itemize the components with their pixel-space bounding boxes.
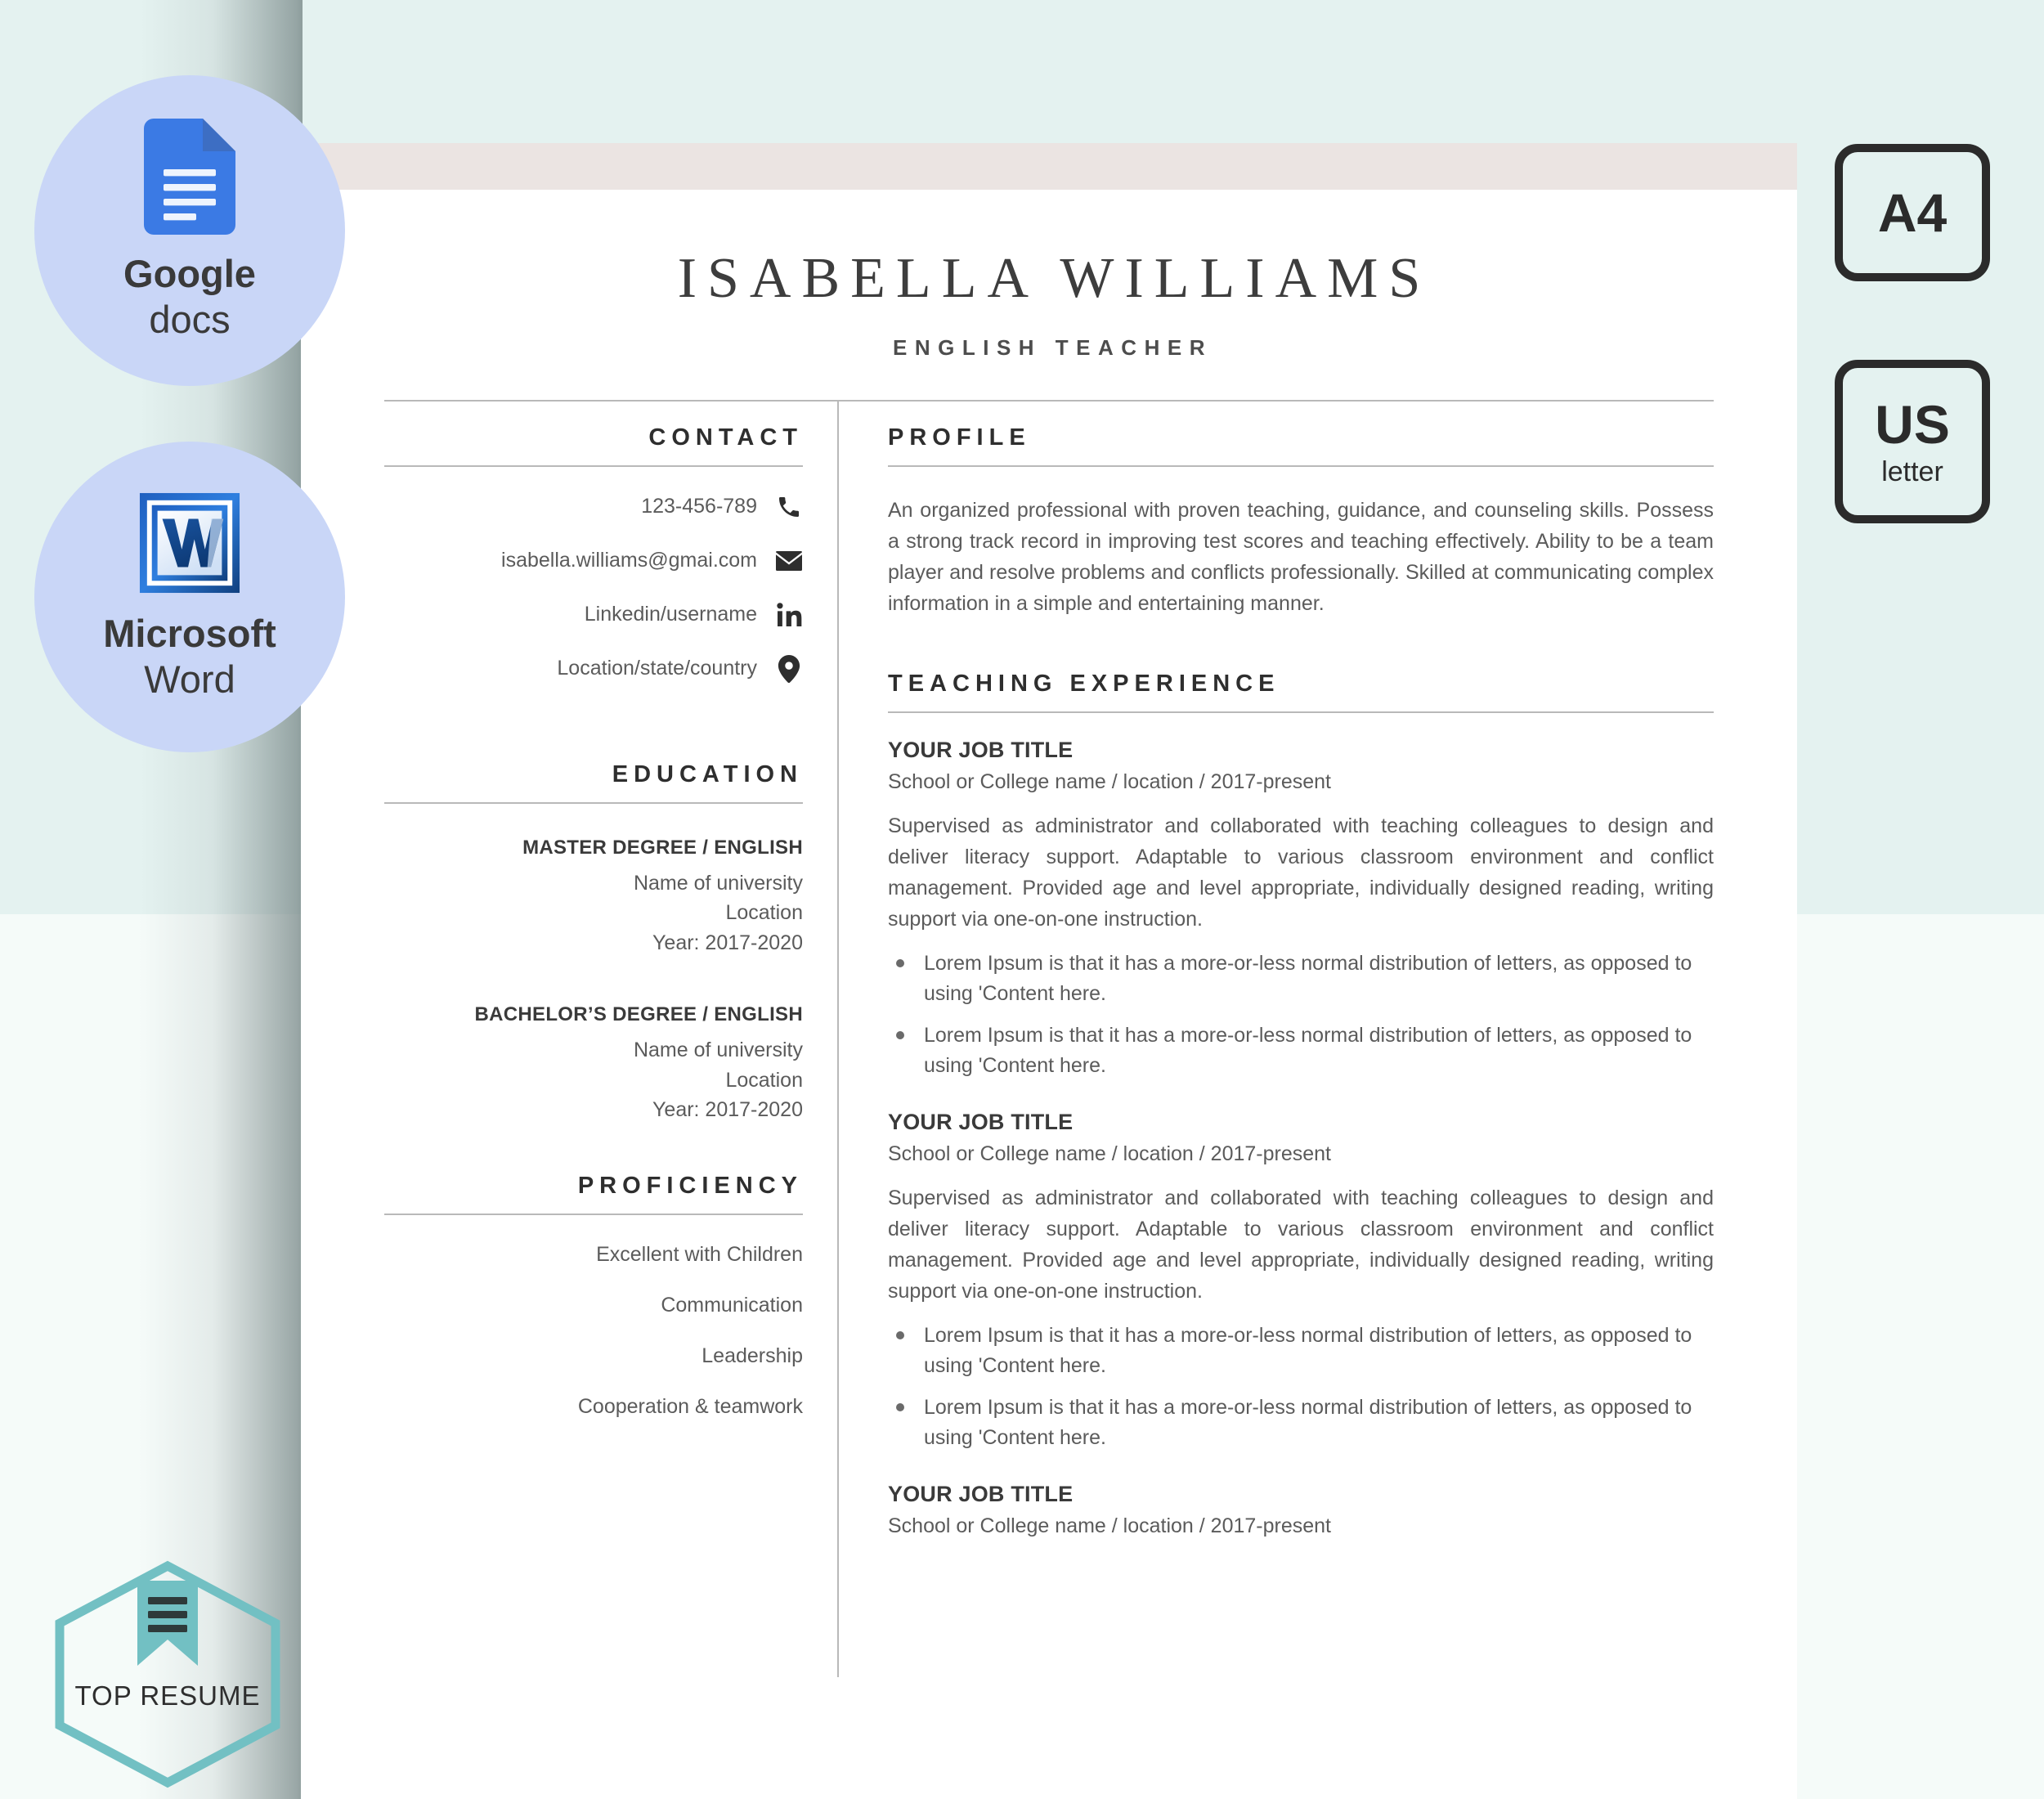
badge-microsoft-word[interactable]: Microsoft Word [34, 442, 345, 752]
resume-columns: CONTACT 123-456-789 isabella.williams@gm… [301, 401, 1797, 1677]
proficiency-item: Communication [661, 1293, 803, 1317]
education-item: MASTER DEGREE / ENGLISH Name of universi… [384, 837, 803, 958]
proficiency-heading: PROFICIENCY [577, 1172, 803, 1199]
profile-heading: PROFILE [888, 424, 1031, 451]
proficiency-item: Leadership [702, 1344, 803, 1367]
experience-item: YOUR JOB TITLE School or College name / … [888, 738, 1714, 1082]
education-year: Year: 2017-2020 [652, 931, 803, 954]
experience-job-title: YOUR JOB TITLE [888, 1481, 1074, 1506]
contact-item-linkedin[interactable]: Linkedin/username [384, 601, 803, 629]
education-heading: EDUCATION [612, 760, 803, 787]
candidate-job-title: ENGLISH TEACHER [893, 334, 1213, 360]
contact-item-email[interactable]: isabella.williams@gmai.com [384, 547, 803, 575]
profile-heading-rule [888, 464, 1714, 467]
top-resume-logo-text: TOP RESUME [74, 1680, 261, 1711]
proficiency-item: Cooperation & teamwork [577, 1394, 803, 1418]
experience-heading: TEACHING EXPERIENCE [888, 670, 1280, 697]
contact-item-location[interactable]: Location/state/country [384, 654, 803, 683]
education-year: Year: 2017-2020 [652, 1098, 803, 1121]
experience-bullet-list: Lorem Ipsum is that it has a more-or-les… [888, 1321, 1714, 1454]
experience-bullet: Lorem Ipsum is that it has a more-or-les… [888, 949, 1714, 1010]
education-degree: MASTER DEGREE / ENGLISH [522, 836, 803, 859]
proficiency-list: Excellent with Children Communication Le… [384, 1243, 803, 1419]
badge-word-label-main: Microsoft [103, 611, 276, 655]
top-resume-logo[interactable]: TOP RESUME [49, 1558, 286, 1791]
badge-google-docs-label-sub: docs [149, 297, 231, 341]
experience-heading-rule [888, 711, 1714, 713]
contact-phone-text: 123-456-789 [641, 495, 757, 518]
section-contact: CONTACT 123-456-789 isabella.williams@gm… [384, 424, 803, 683]
proficiency-heading-rule [384, 1213, 803, 1215]
contact-linkedin-text: Linkedin/username [584, 603, 757, 626]
location-pin-icon [775, 654, 803, 683]
education-heading-rule [384, 801, 803, 804]
badge-us-label: US [1875, 394, 1950, 455]
experience-list: YOUR JOB TITLE School or College name / … [888, 738, 1714, 1538]
envelope-icon [775, 547, 803, 575]
experience-job-description: Supervised as administrator and collabor… [888, 814, 1714, 931]
linkedin-icon [775, 601, 803, 629]
experience-job-meta: School or College name / location / 2017… [888, 1514, 1331, 1537]
resume-sidebar: CONTACT 123-456-789 isabella.williams@gm… [384, 401, 839, 1677]
resume-main: PROFILE An organized professional with p… [839, 402, 1714, 1677]
contact-heading-rule [384, 464, 803, 467]
badge-format-us-letter[interactable]: US letter [1835, 360, 1990, 523]
microsoft-word-icon [138, 491, 241, 599]
experience-item: YOUR JOB TITLE School or College name / … [888, 1110, 1714, 1454]
badge-us-letter-label: letter [1881, 456, 1943, 487]
contact-heading: CONTACT [648, 424, 803, 451]
proficiency-item: Excellent with Children [596, 1242, 803, 1266]
section-experience: TEACHING EXPERIENCE YOUR JOB TITLE Schoo… [888, 671, 1714, 1538]
section-proficiency: PROFICIENCY Excellent with Children Comm… [384, 1173, 803, 1419]
education-list: MASTER DEGREE / ENGLISH Name of universi… [384, 837, 803, 1125]
badge-google-docs[interactable]: Google docs [34, 75, 345, 386]
resume-header: ISABELLA WILLIAMS ENGLISH TEACHER [301, 190, 1797, 361]
badge-word-label-sub: Word [144, 657, 235, 701]
section-profile: PROFILE An organized professional with p… [888, 424, 1714, 620]
google-docs-icon [144, 118, 235, 239]
experience-bullet: Lorem Ipsum is that it has a more-or-les… [888, 1321, 1714, 1382]
badge-a4-label: A4 [1877, 182, 1948, 243]
experience-job-description: Supervised as administrator and collabor… [888, 1186, 1714, 1303]
profile-text: An organized professional with proven te… [888, 498, 1714, 616]
education-location: Location [725, 901, 803, 924]
experience-job-title: YOUR JOB TITLE [888, 1109, 1074, 1134]
contact-email-text: isabella.williams@gmai.com [501, 549, 757, 572]
candidate-name: ISABELLA WILLIAMS [677, 247, 1432, 310]
education-location: Location [725, 1068, 803, 1092]
badge-format-a4[interactable]: A4 [1835, 144, 1990, 281]
hexagon-badge-icon [55, 1560, 280, 1788]
badge-google-docs-label-main: Google [123, 251, 256, 295]
experience-bullet: Lorem Ipsum is that it has a more-or-les… [888, 1393, 1714, 1454]
experience-bullet: Lorem Ipsum is that it has a more-or-les… [888, 1021, 1714, 1082]
experience-job-meta: School or College name / location / 2017… [888, 1142, 1331, 1165]
phone-icon [775, 493, 803, 521]
education-university: Name of university [633, 1039, 803, 1061]
experience-item: YOUR JOB TITLE School or College name / … [888, 1482, 1714, 1538]
contact-item-phone[interactable]: 123-456-789 [384, 493, 803, 521]
contact-list: 123-456-789 isabella.williams@gmai.com L… [384, 493, 803, 683]
education-degree: BACHELOR’S DEGREE / ENGLISH [474, 1003, 803, 1025]
experience-bullet-list: Lorem Ipsum is that it has a more-or-les… [888, 949, 1714, 1082]
experience-job-meta: School or College name / location / 2017… [888, 769, 1331, 793]
page-top-band [301, 143, 1797, 190]
education-university: Name of university [633, 871, 803, 895]
section-education: EDUCATION MASTER DEGREE / ENGLISH Name o… [384, 761, 803, 1125]
resume-page: ISABELLA WILLIAMS ENGLISH TEACHER CONTAC… [301, 143, 1797, 1799]
experience-job-title: YOUR JOB TITLE [888, 737, 1074, 762]
education-item: BACHELOR’S DEGREE / ENGLISH Name of univ… [384, 1003, 803, 1125]
contact-location-text: Location/state/country [557, 657, 757, 680]
